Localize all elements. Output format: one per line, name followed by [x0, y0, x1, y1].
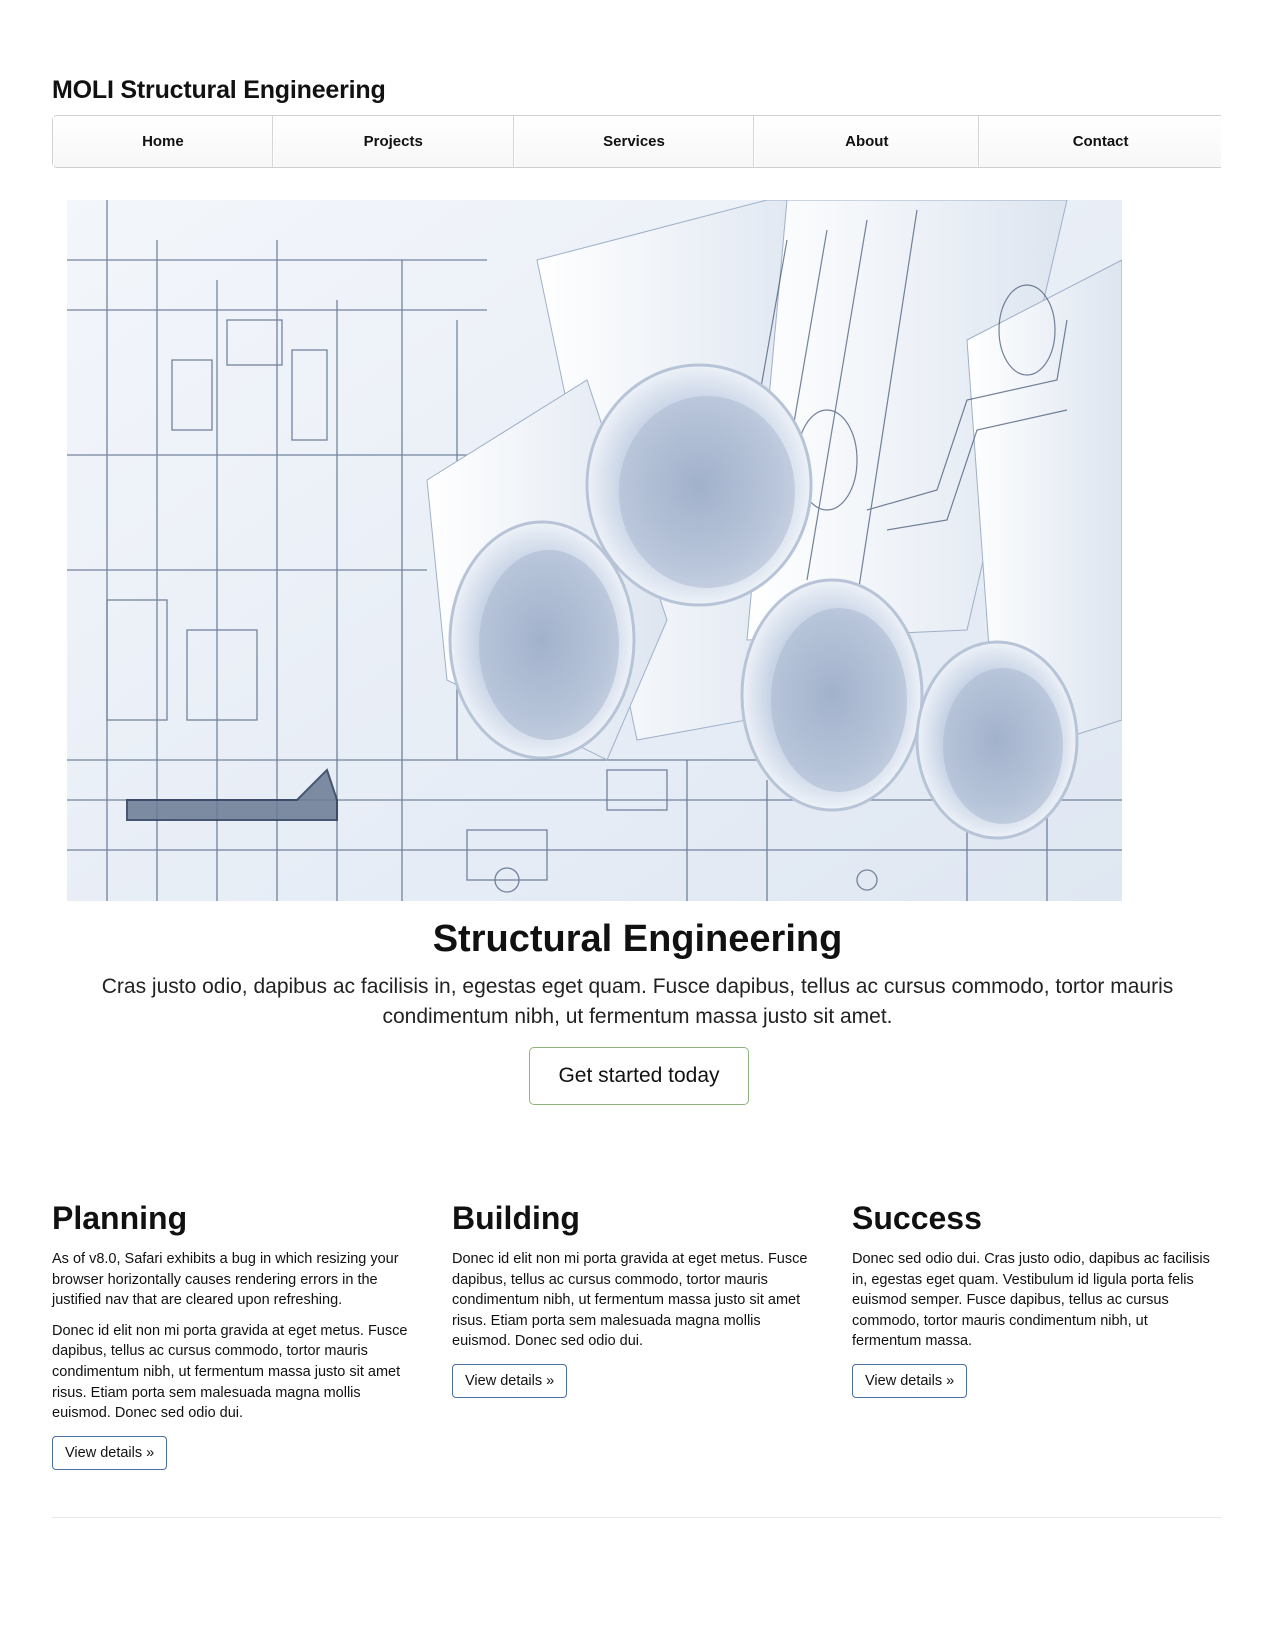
site-title: MOLI Structural Engineering	[52, 76, 386, 104]
building-column: Building Donec id elit non mi porta grav…	[452, 1200, 817, 1398]
footer-divider	[52, 1517, 1221, 1518]
hero-lead-text: Cras justo odio, dapibus ac facilisis in…	[101, 975, 1174, 1028]
hero-blueprint-image	[67, 200, 1122, 901]
nav-item-contact[interactable]: Contact	[979, 116, 1221, 167]
get-started-button[interactable]: Get started today	[529, 1047, 749, 1105]
nav-item-services[interactable]: Services	[513, 116, 755, 167]
nav-item-projects[interactable]: Projects	[272, 116, 514, 167]
view-details-button-planning[interactable]: View details »	[52, 1435, 168, 1470]
column-heading-building: Building	[452, 1200, 580, 1236]
main-nav: Home Projects Services About Contact	[52, 115, 1221, 168]
nav-item-home[interactable]: Home	[53, 116, 273, 167]
view-details-button-building[interactable]: View details »	[452, 1363, 568, 1398]
column-paragraph: Donec sed odio dui. Cras justo odio, dap…	[852, 1251, 1210, 1350]
planning-column: Planning As of v8.0, Safari exhibits a b…	[52, 1200, 417, 1470]
column-paragraph: Donec id elit non mi porta gravida at eg…	[52, 1322, 408, 1422]
view-details-button-success[interactable]: View details »	[852, 1363, 968, 1398]
hero-heading: Structural Engineering	[432, 918, 843, 960]
column-heading-planning: Planning	[52, 1200, 188, 1236]
column-paragraph: As of v8.0, Safari exhibits a bug in whi…	[52, 1251, 399, 1309]
nav-item-about[interactable]: About	[754, 116, 980, 167]
success-column: Success Donec sed odio dui. Cras justo o…	[852, 1200, 1217, 1398]
column-heading-success: Success	[852, 1200, 982, 1236]
column-paragraph: Donec id elit non mi porta gravida at eg…	[452, 1251, 808, 1350]
